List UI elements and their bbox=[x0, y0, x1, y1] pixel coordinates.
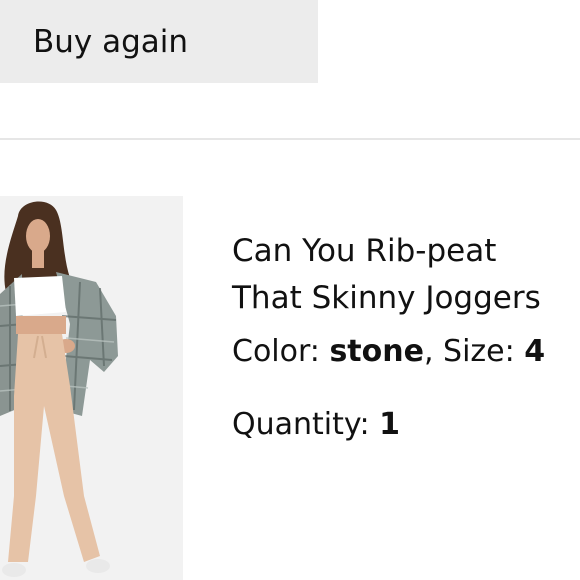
size-value: 4 bbox=[524, 334, 546, 369]
product-title-line-2: That Skinny Joggers bbox=[232, 280, 541, 316]
buy-again-button[interactable]: Buy again bbox=[0, 0, 318, 83]
model-photo bbox=[0, 196, 183, 580]
size-label: Size: bbox=[443, 334, 515, 369]
color-label: Color: bbox=[232, 334, 320, 369]
quantity-value: 1 bbox=[379, 407, 400, 442]
product-image[interactable] bbox=[0, 196, 183, 580]
quantity-row: Quantity: 1 bbox=[232, 405, 580, 445]
product-info: Can You Rib-peat That Skinny Joggers Col… bbox=[232, 228, 580, 445]
color-size-row: Color: stone, Size: 4 bbox=[232, 334, 546, 369]
quantity-label: Quantity: bbox=[232, 407, 370, 442]
color-value: stone bbox=[329, 334, 424, 369]
product-title[interactable]: Can You Rib-peat That Skinny Joggers bbox=[232, 228, 580, 322]
order-item-page: Buy again Can You Rib-peat That Skinny J… bbox=[0, 0, 580, 580]
divider bbox=[0, 138, 580, 140]
product-title-line-1: Can You Rib-peat bbox=[232, 233, 497, 269]
